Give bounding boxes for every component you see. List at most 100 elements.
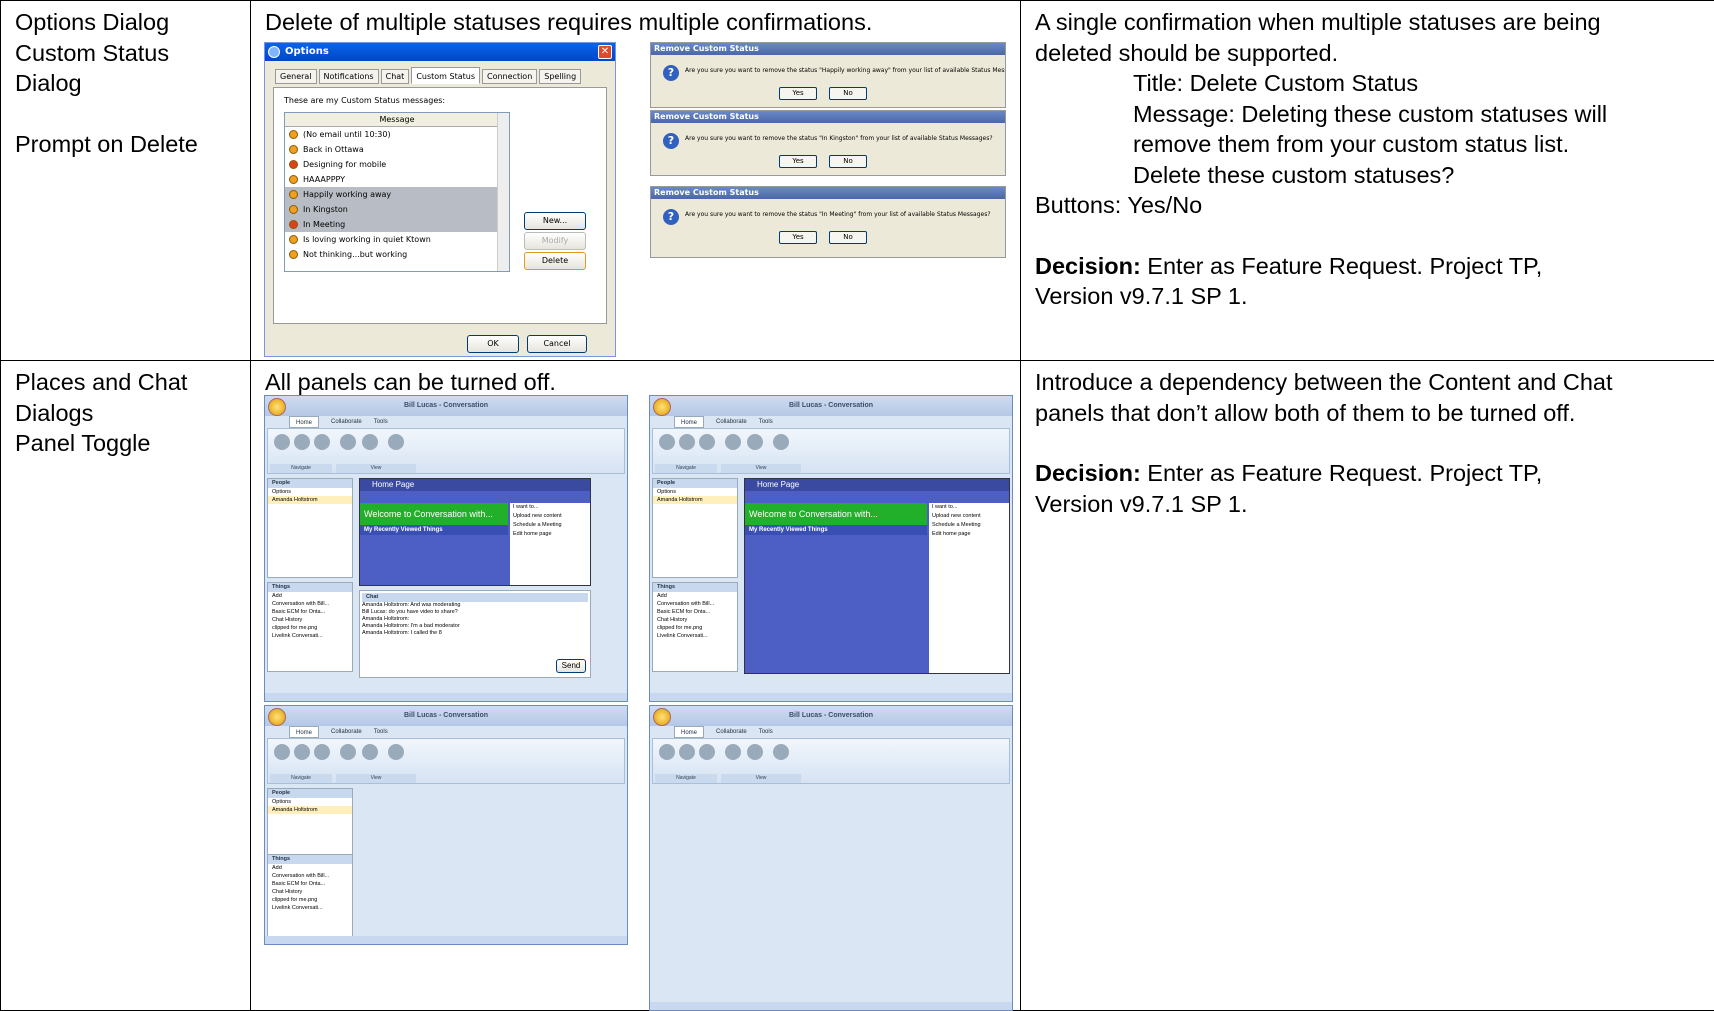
message-column-header[interactable]: Message: [285, 113, 509, 127]
yes-button[interactable]: Yes: [779, 87, 817, 100]
i-want-item[interactable]: Schedule a Meeting: [513, 521, 590, 530]
ribbon-tab-home[interactable]: Home: [674, 726, 705, 738]
ribbon-button-icon[interactable]: [679, 434, 695, 450]
send-button[interactable]: Send: [556, 659, 586, 673]
i-want-item[interactable]: Edit home page: [513, 530, 590, 539]
app-orb-icon[interactable]: [268, 708, 286, 726]
list-item[interactable]: In Meeting: [285, 217, 509, 232]
ribbon-tab-collaborate[interactable]: Collaborate: [331, 726, 362, 738]
ribbon-button-icon[interactable]: [699, 744, 715, 760]
person-item[interactable]: Amanda Holtstrom: [653, 496, 737, 504]
thing-item[interactable]: Livelink Conversati...: [268, 904, 352, 912]
tab-connection[interactable]: Connection: [482, 69, 538, 84]
new-button[interactable]: New...: [524, 212, 586, 230]
ribbon-button-icon[interactable]: [725, 434, 741, 450]
ok-button[interactable]: OK: [467, 335, 519, 353]
ribbon-button-icon[interactable]: [362, 744, 378, 760]
no-button[interactable]: No: [829, 87, 867, 100]
ribbon-button-icon[interactable]: [659, 434, 675, 450]
thing-item[interactable]: Livelink Conversati...: [653, 632, 737, 640]
ribbon-button-icon[interactable]: [362, 434, 378, 450]
yes-button[interactable]: Yes: [779, 155, 817, 168]
ribbon-button-icon[interactable]: [725, 744, 741, 760]
no-button[interactable]: No: [829, 155, 867, 168]
list-item[interactable]: Designing for mobile: [285, 157, 509, 172]
i-want-item[interactable]: Edit home page: [932, 530, 1009, 539]
things-add[interactable]: Add: [268, 864, 352, 872]
ribbon-button-icon[interactable]: [679, 744, 695, 760]
thing-item[interactable]: Chat History: [653, 616, 737, 624]
ribbon-tab-home[interactable]: Home: [674, 416, 705, 428]
thing-item[interactable]: Chat History: [268, 888, 352, 896]
list-item[interactable]: (No email until 10:30): [285, 127, 509, 142]
thing-item[interactable]: Conversation with Bill...: [653, 600, 737, 608]
ribbon-button-icon[interactable]: [274, 434, 290, 450]
thing-item[interactable]: Conversation with Bill...: [268, 872, 352, 880]
ribbon-tab-collaborate[interactable]: Collaborate: [716, 726, 747, 738]
thing-item[interactable]: Conversation with Bill...: [268, 600, 352, 608]
i-want-item[interactable]: Upload new content: [513, 512, 590, 521]
modify-button[interactable]: Modify: [524, 232, 586, 250]
tab-spelling[interactable]: Spelling: [539, 69, 582, 84]
app-orb-icon[interactable]: [268, 398, 286, 416]
status-list[interactable]: Message (No email until 10:30) Back in Ot…: [284, 112, 510, 272]
tab-general[interactable]: General: [275, 69, 317, 84]
ribbon-button-icon[interactable]: [747, 434, 763, 450]
people-options[interactable]: Options: [268, 798, 352, 806]
list-item[interactable]: Not thinking...but working: [285, 247, 509, 262]
ribbon-button-icon[interactable]: [773, 434, 789, 450]
app-orb-icon[interactable]: [653, 398, 671, 416]
thing-item[interactable]: clipped for me.png: [268, 624, 352, 632]
thing-item[interactable]: Chat History: [268, 616, 352, 624]
person-item[interactable]: Amanda Holtstrom: [268, 806, 352, 814]
tab-notifications[interactable]: Notifications: [318, 69, 379, 84]
ribbon-button-icon[interactable]: [699, 434, 715, 450]
ribbon-button-icon[interactable]: [340, 744, 356, 760]
ribbon-tab-tools[interactable]: Tools: [374, 416, 388, 428]
thing-item[interactable]: Livelink Conversati...: [268, 632, 352, 640]
app-orb-icon[interactable]: [653, 708, 671, 726]
yes-button[interactable]: Yes: [779, 231, 817, 244]
ribbon-button-icon[interactable]: [388, 744, 404, 760]
ribbon-tab-tools[interactable]: Tools: [374, 726, 388, 738]
thing-item[interactable]: Basic ECM for Onta...: [653, 608, 737, 616]
tab-chat[interactable]: Chat: [380, 69, 410, 84]
no-button[interactable]: No: [829, 231, 867, 244]
people-options[interactable]: Options: [653, 488, 737, 496]
ribbon-tab-home[interactable]: Home: [289, 416, 320, 428]
thing-item[interactable]: Basic ECM for Onta...: [268, 880, 352, 888]
list-item[interactable]: In Kingston: [285, 202, 509, 217]
list-item[interactable]: HAAAPPPY: [285, 172, 509, 187]
thing-item[interactable]: clipped for me.png: [653, 624, 737, 632]
ribbon-button-icon[interactable]: [314, 434, 330, 450]
ribbon-button-icon[interactable]: [747, 744, 763, 760]
list-item[interactable]: Back in Ottawa: [285, 142, 509, 157]
list-item[interactable]: Is loving working in quiet Ktown: [285, 232, 509, 247]
people-options[interactable]: Options: [268, 488, 352, 496]
ribbon-button-icon[interactable]: [314, 744, 330, 760]
scrollbar[interactable]: [497, 113, 509, 271]
close-icon[interactable]: ✕: [598, 45, 612, 59]
ribbon-button-icon[interactable]: [274, 744, 290, 760]
tab-custom-status[interactable]: Custom Status: [411, 67, 480, 84]
ribbon-button-icon[interactable]: [659, 744, 675, 760]
i-want-item[interactable]: Upload new content: [932, 512, 1009, 521]
ribbon-button-icon[interactable]: [773, 744, 789, 760]
i-want-item[interactable]: Schedule a Meeting: [932, 521, 1009, 530]
list-item[interactable]: Happily working away: [285, 187, 509, 202]
ribbon-button-icon[interactable]: [388, 434, 404, 450]
delete-button[interactable]: Delete: [524, 252, 586, 270]
ribbon-tab-collaborate[interactable]: Collaborate: [716, 416, 747, 428]
ribbon-tab-tools[interactable]: Tools: [759, 416, 773, 428]
ribbon-tab-collaborate[interactable]: Collaborate: [331, 416, 362, 428]
ribbon-tab-home[interactable]: Home: [289, 726, 320, 738]
ribbon-button-icon[interactable]: [294, 434, 310, 450]
thing-item[interactable]: Basic ECM for Onta...: [268, 608, 352, 616]
cancel-button[interactable]: Cancel: [527, 335, 587, 353]
ribbon-tab-tools[interactable]: Tools: [759, 726, 773, 738]
things-add[interactable]: Add: [268, 592, 352, 600]
ribbon-button-icon[interactable]: [294, 744, 310, 760]
ribbon-button-icon[interactable]: [340, 434, 356, 450]
thing-item[interactable]: clipped for me.png: [268, 896, 352, 904]
things-add[interactable]: Add: [653, 592, 737, 600]
